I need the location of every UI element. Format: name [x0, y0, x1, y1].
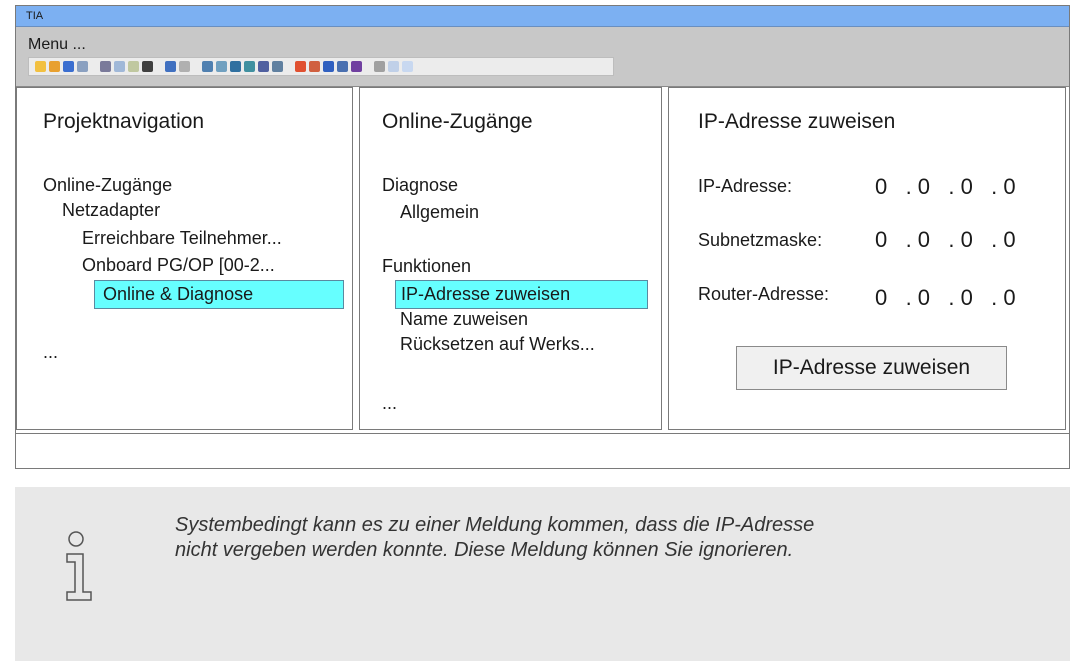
menu-item-factory-reset[interactable]: Rücksetzen auf Werks...	[400, 334, 595, 355]
assign-ip-panel: IP-Adresse zuweisen IP-Adresse: 0 . 0 . …	[668, 87, 1066, 430]
subnet-mask-label: Subnetzmaske:	[698, 230, 823, 250]
tree-item-online-diagnose-selected[interactable]: Online & Diagnose	[94, 280, 344, 309]
tia-window: TIA Menu ... Projektnavigation Online-Zu…	[15, 5, 1070, 469]
assign-ip-button[interactable]: IP-Adresse zuweisen	[736, 346, 1007, 390]
download-icon[interactable]	[216, 61, 227, 72]
save-icon[interactable]	[63, 61, 74, 72]
go-online-icon[interactable]	[244, 61, 255, 72]
paste-icon[interactable]	[128, 61, 139, 72]
start-cpu-icon[interactable]	[295, 61, 306, 72]
monitor-icon[interactable]	[351, 61, 362, 72]
tree-item-network-adapter[interactable]: Netzadapter	[62, 200, 160, 221]
stop-cpu-icon[interactable]	[309, 61, 320, 72]
assign-ip-title: IP-Adresse zuweisen	[698, 110, 896, 133]
ip-address-field[interactable]: 0 . 0 . 0 . 0	[875, 174, 1016, 200]
copy-icon[interactable]	[114, 61, 125, 72]
split-editor-icon[interactable]	[337, 61, 348, 72]
toolbar-separator	[365, 61, 371, 72]
toolbar-separator	[91, 61, 97, 72]
menu-item-assign-ip-selected[interactable]: IP-Adresse zuweisen	[395, 280, 648, 309]
project-navigation-panel: Projektnavigation Online-Zugänge Netzada…	[16, 87, 353, 430]
split-horizontal-icon[interactable]	[388, 61, 399, 72]
delete-icon[interactable]	[142, 61, 153, 72]
toolbar-separator	[193, 61, 199, 72]
info-note-text: Systembedingt kann es zu einer Meldung k…	[175, 513, 1055, 563]
compile-icon[interactable]	[202, 61, 213, 72]
tree-item-online-access[interactable]: Online-Zugänge	[43, 175, 172, 196]
print-icon[interactable]	[77, 61, 88, 72]
ip-address-label: IP-Adresse:	[698, 176, 793, 196]
menu-bar: Menu ...	[16, 27, 1069, 87]
cut-icon[interactable]	[100, 61, 111, 72]
subnet-mask-field[interactable]: 0 . 0 . 0 . 0	[875, 227, 1016, 253]
project-navigation-title: Projektnavigation	[43, 110, 205, 133]
menu-item-more: ...	[382, 393, 398, 413]
open-project-icon[interactable]	[49, 61, 60, 72]
window-title: TIA	[16, 6, 1069, 27]
upload-icon[interactable]	[230, 61, 241, 72]
split-vertical-icon[interactable]	[402, 61, 413, 72]
info-note-line-2: nicht vergeben werden konnte. Diese Meld…	[175, 539, 794, 561]
menu-item-diagnose[interactable]: Diagnose	[382, 175, 458, 196]
router-address-label: Router-Adresse:	[698, 284, 830, 304]
toolbar-separator	[156, 61, 162, 72]
tree-item-onboard-pg-op[interactable]: Onboard PG/OP [00-2...	[82, 255, 275, 276]
close-icon[interactable]	[374, 61, 385, 72]
status-bar-divider	[16, 433, 1069, 434]
menu-item-assign-name[interactable]: Name zuweisen	[400, 309, 528, 330]
router-address-field[interactable]: 0 . 0 . 0 . 0	[875, 285, 1016, 311]
toolbar	[28, 57, 614, 76]
redo-icon[interactable]	[179, 61, 190, 72]
tree-item-accessible-devices[interactable]: Erreichbare Teilnehmer...	[82, 228, 282, 249]
undo-icon[interactable]	[165, 61, 176, 72]
info-note-line-1: Systembedingt kann es zu einer Meldung k…	[175, 514, 815, 536]
menu-button[interactable]: Menu ...	[28, 36, 86, 54]
cross-reference-icon[interactable]	[323, 61, 334, 72]
go-offline-icon[interactable]	[258, 61, 269, 72]
menu-item-functions[interactable]: Funktionen	[382, 256, 471, 277]
menu-item-general[interactable]: Allgemein	[400, 202, 479, 223]
online-access-title: Online-Zugänge	[382, 110, 533, 133]
online-access-panel: Online-Zugänge Diagnose Allgemein Funkti…	[359, 87, 662, 430]
toolbar-separator	[286, 61, 292, 72]
accessible-devices-icon[interactable]	[272, 61, 283, 72]
info-icon	[65, 530, 101, 607]
tree-item-more: ...	[43, 342, 59, 362]
new-project-icon[interactable]	[35, 61, 46, 72]
